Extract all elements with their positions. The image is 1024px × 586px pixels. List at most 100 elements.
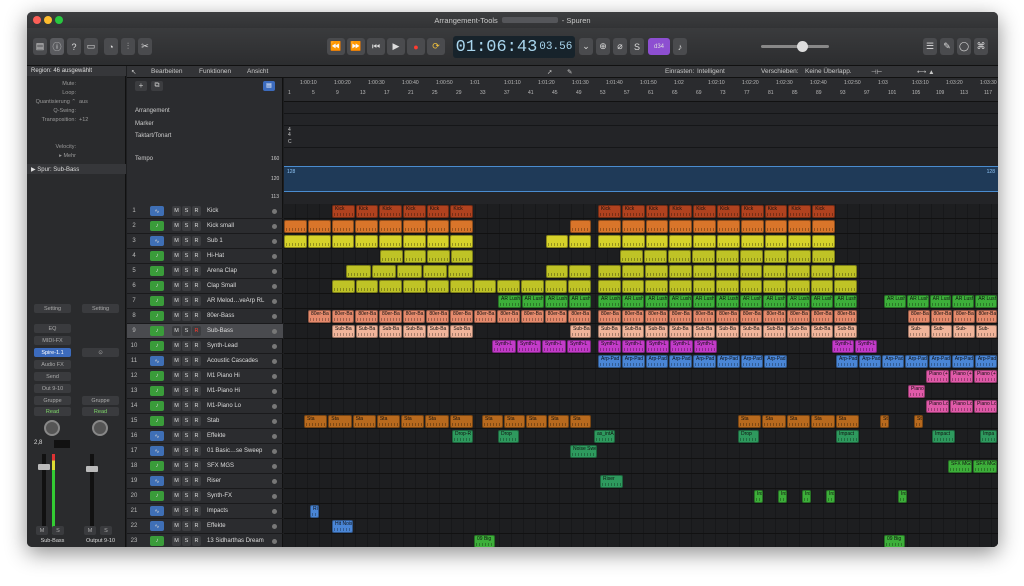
global-track-tempo[interactable]: Tempo	[135, 156, 153, 162]
edit-menu[interactable]: Bearbeiten	[151, 68, 182, 75]
region[interactable]	[307, 235, 331, 248]
instrument-track-icon[interactable]: ♪	[150, 491, 164, 501]
record-enable-button[interactable]: R	[192, 506, 201, 516]
region[interactable]: 80er-Ba	[331, 310, 355, 323]
notepad-icon[interactable]: ✎	[940, 38, 954, 55]
region[interactable]: Sta	[482, 415, 503, 428]
mute-button[interactable]: M	[172, 356, 181, 366]
region[interactable]	[379, 220, 402, 233]
region[interactable]	[621, 265, 645, 278]
mute-button[interactable]: M	[172, 491, 181, 501]
region[interactable]: Sub-Ba	[692, 325, 716, 338]
region[interactable]: 80er-Ba	[598, 310, 621, 323]
track-name[interactable]: AR Melod…veArp RL	[207, 298, 264, 304]
toolbar-icon[interactable]: ▭	[84, 38, 98, 55]
track-lane[interactable]: Drop-R Drop as_intAL Drop Impact Impact Impa	[284, 429, 998, 444]
balance-knob[interactable]	[92, 420, 108, 436]
solo-button[interactable]: S	[182, 356, 191, 366]
instrument-track-icon[interactable]: ♪	[150, 266, 164, 276]
region[interactable]: Arp-Pad	[621, 355, 645, 368]
region[interactable]: Arp-Pad	[716, 355, 740, 368]
region[interactable]	[621, 220, 645, 233]
instrument-track-icon[interactable]: ♪	[150, 326, 164, 336]
mute-button[interactable]: M	[172, 341, 181, 351]
metronome-icon[interactable]: ♪	[673, 38, 687, 55]
region[interactable]: 80er-Ba	[810, 310, 834, 323]
region[interactable]: Arp-Pad	[669, 355, 692, 368]
record-enable-button[interactable]: R	[192, 491, 201, 501]
track-activity-dot[interactable]	[272, 313, 277, 319]
region[interactable]	[397, 265, 422, 278]
solo-button[interactable]: S	[182, 416, 191, 426]
region[interactable]: Sta	[401, 415, 425, 428]
signature-lane[interactable]: 4 4 C	[284, 126, 998, 148]
setting-button[interactable]: Setting	[34, 304, 71, 313]
region[interactable]	[598, 220, 621, 233]
region[interactable]: Piano (+12)	[926, 370, 949, 383]
region[interactable]: AR Lush	[498, 295, 521, 308]
track-inspector-header[interactable]: ▶ Spur: Sub-Bass	[27, 164, 126, 174]
region[interactable]	[284, 235, 307, 248]
track-activity-dot[interactable]	[272, 373, 277, 379]
region[interactable]: Sub-	[930, 325, 952, 338]
region[interactable]: Kick	[621, 205, 645, 218]
track-name[interactable]: Sub 1	[207, 238, 223, 244]
track-name[interactable]: Effekte	[207, 523, 226, 529]
region[interactable]: 80er-Ba	[497, 310, 520, 323]
solo-button[interactable]: S	[52, 526, 64, 535]
mute-button[interactable]: M	[84, 526, 96, 535]
master-volume-slider[interactable]	[761, 45, 829, 48]
region[interactable]	[810, 280, 834, 293]
record-enable-button[interactable]: R	[192, 266, 201, 276]
record-enable-button[interactable]: R	[192, 536, 201, 546]
ruler[interactable]: 1:00:10 1:00:20 1:00:30 1:00:40 1:00:50 1:01 1…	[284, 78, 998, 102]
view-menu[interactable]: Ansicht	[247, 68, 268, 75]
region[interactable]: Kick	[426, 205, 450, 218]
region[interactable]	[473, 280, 497, 293]
solo-button[interactable]: S	[182, 401, 191, 411]
region[interactable]	[380, 250, 403, 263]
region[interactable]: Synth-L	[517, 340, 541, 353]
region[interactable]: 80er-Ba	[953, 310, 975, 323]
instrument-track-icon[interactable]: ♪	[150, 251, 164, 261]
instrument-track-icon[interactable]: ♪	[150, 401, 164, 411]
solo-button[interactable]: S	[182, 431, 191, 441]
region[interactable]	[787, 280, 810, 293]
region[interactable]: Piano (+12)	[950, 370, 973, 383]
track-header[interactable]: 18 ♪ M S R SFX MGS	[127, 459, 283, 474]
record-enable-button[interactable]: R	[192, 341, 201, 351]
solo-button[interactable]: S	[182, 461, 191, 471]
mute-button[interactable]: M	[172, 536, 181, 546]
region[interactable]	[355, 235, 378, 248]
region[interactable]	[740, 235, 764, 248]
track-name[interactable]: Impacts	[207, 508, 228, 514]
region[interactable]: Sub-Ba	[787, 325, 810, 338]
region[interactable]	[763, 265, 787, 278]
region[interactable]	[426, 235, 450, 248]
mute-button[interactable]: M	[172, 311, 181, 321]
region[interactable]: Kick	[598, 205, 621, 218]
region[interactable]: 80er-Ba	[692, 310, 716, 323]
region[interactable]: Kick	[788, 205, 812, 218]
automation-mode-button[interactable]: Read	[82, 407, 119, 416]
track-header[interactable]: 12 ♪ M S R M1 Piano Hi	[127, 369, 283, 384]
region[interactable]: Sta	[880, 415, 889, 428]
region[interactable]	[355, 280, 379, 293]
audio-track-icon[interactable]: ∿	[150, 506, 164, 516]
instrument-track-icon[interactable]: ♪	[150, 296, 164, 306]
mute-button[interactable]: M	[172, 281, 181, 291]
region[interactable]	[716, 250, 739, 263]
region[interactable]: Arp-Pad	[645, 355, 669, 368]
instrument-track-icon[interactable]: ♪	[150, 221, 164, 231]
add-track-button[interactable]: +	[135, 81, 147, 91]
region[interactable]: 80er-Ba	[544, 310, 568, 323]
region[interactable]: Sub-	[908, 325, 930, 338]
region[interactable]	[402, 280, 426, 293]
region[interactable]	[764, 235, 788, 248]
region[interactable]	[717, 235, 740, 248]
region[interactable]: Sub-Ba	[379, 325, 402, 338]
region[interactable]	[284, 220, 307, 233]
track-name[interactable]: M1-Piano Hi	[207, 388, 240, 394]
region[interactable]: Sta	[449, 415, 473, 428]
region[interactable]: 09 Big	[474, 535, 495, 547]
